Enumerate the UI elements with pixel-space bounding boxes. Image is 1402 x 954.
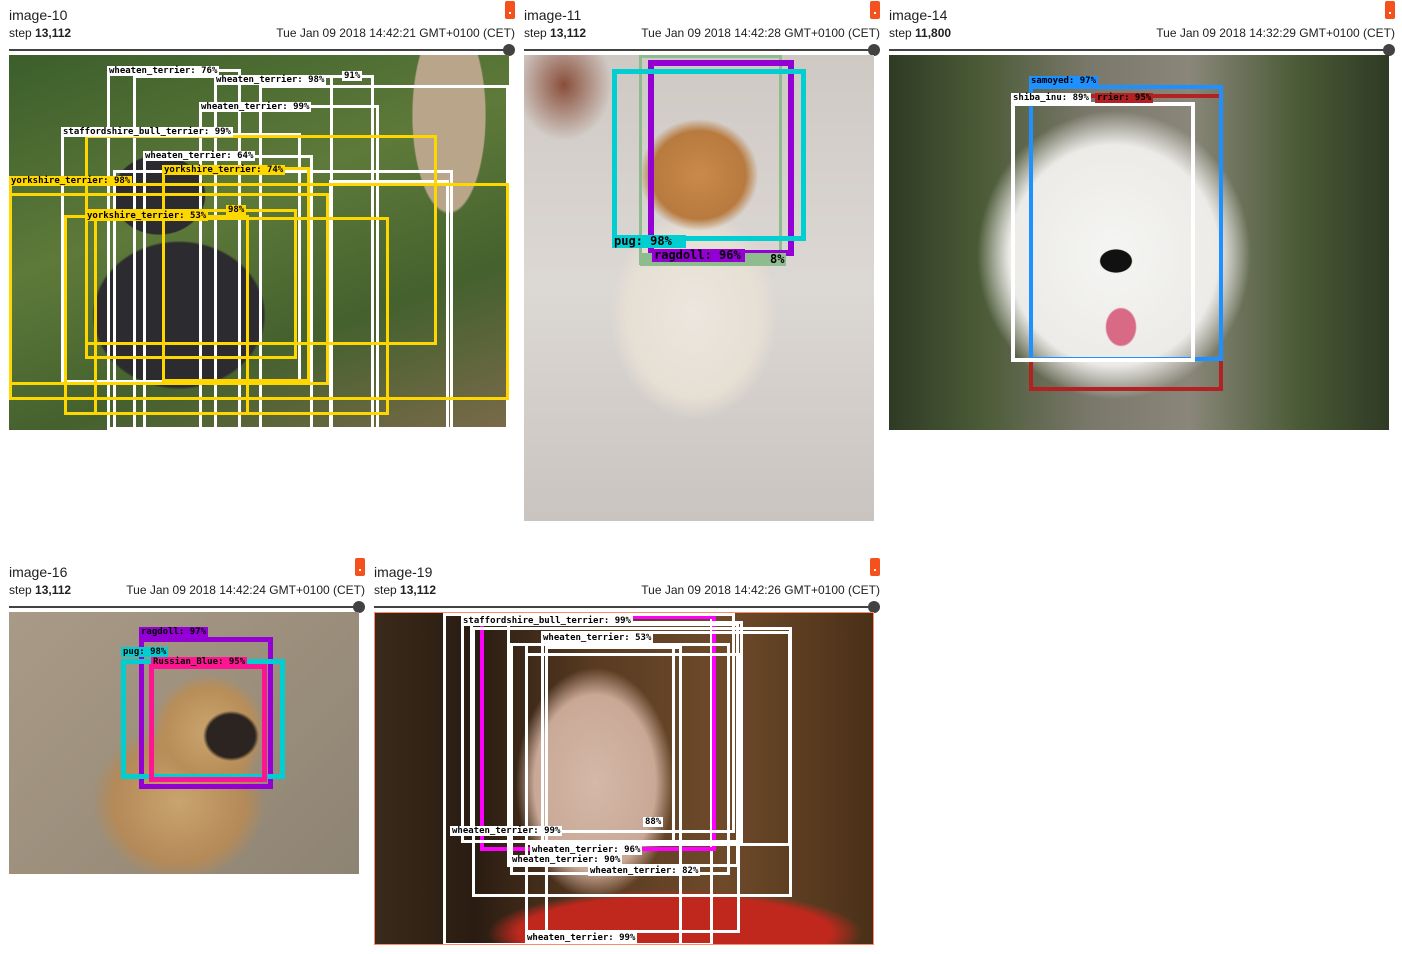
detection-label: pug: 98% xyxy=(612,235,686,248)
flag-icon[interactable] xyxy=(355,558,365,576)
card-image-10: image-10 step 13,112 Tue Jan 09 2018 14:… xyxy=(9,1,515,432)
detection-label: staffordshire_bull_terrier: 99% xyxy=(61,127,233,137)
flag-icon[interactable] xyxy=(1385,1,1395,19)
detection-label: wheaten_terrier: 64% xyxy=(143,151,256,161)
card-title: image-10 xyxy=(9,7,68,23)
timestamp: Tue Jan 09 2018 14:42:24 GMT+0100 (CET) xyxy=(126,583,365,597)
step-indicator: step 13,112 xyxy=(9,26,72,40)
step-indicator: step 11,800 xyxy=(889,26,952,40)
detection-image: ragdoll: 97% pug: 98% Russian_Blue: 95% xyxy=(9,612,359,874)
card-image-16: image-16 step 13,112 Tue Jan 09 2018 14:… xyxy=(9,558,365,876)
detection-label: wheaten_terrier: 82% xyxy=(588,866,701,876)
detection-label: wheaten_terrier: 98% xyxy=(214,75,327,85)
detection-label: ragdoll: 96% xyxy=(652,249,745,262)
detection-label: yorkshire_terrier: 98% xyxy=(9,176,133,186)
step-indicator: step 13,112 xyxy=(374,583,437,597)
card-image-19: image-19 step 13,112 Tue Jan 09 2018 14:… xyxy=(374,558,880,947)
timestamp: Tue Jan 09 2018 14:42:26 GMT+0100 (CET) xyxy=(641,583,880,597)
timestamp: Tue Jan 09 2018 14:42:28 GMT+0100 (CET) xyxy=(641,26,880,40)
slider-track[interactable] xyxy=(889,49,1389,51)
slider-track[interactable] xyxy=(9,606,359,608)
card-title: image-14 xyxy=(889,7,948,23)
flag-icon[interactable] xyxy=(870,558,880,576)
timestamp: Tue Jan 09 2018 14:32:29 GMT+0100 (CET) xyxy=(1156,26,1395,40)
detection-label: Russian_Blue: 95% xyxy=(151,657,248,667)
detection-label: samoyed: 97% xyxy=(1029,76,1099,86)
bbox xyxy=(94,217,389,415)
detection-image: samoyed: 97% shiba_inu: 89% rrier: 95% xyxy=(889,55,1389,430)
timestamp: Tue Jan 09 2018 14:42:21 GMT+0100 (CET) xyxy=(276,26,515,40)
detection-label: shiba_inu: 89% xyxy=(1011,93,1091,103)
flag-icon[interactable] xyxy=(870,1,880,19)
detection-label: wheaten_terrier: 99% xyxy=(199,102,312,112)
bbox xyxy=(612,69,806,241)
detection-label: wheaten_terrier: 99% xyxy=(450,826,563,836)
detection-label: 91% xyxy=(342,71,363,81)
card-image-11: image-11 step 13,112 Tue Jan 09 2018 14:… xyxy=(524,1,880,523)
bbox xyxy=(1011,102,1195,362)
card-image-14: image-14 step 11,800 Tue Jan 09 2018 14:… xyxy=(889,1,1395,432)
slider-track[interactable] xyxy=(9,49,509,51)
detection-image: staffordshire_bull_terrier: 99% wheaten_… xyxy=(374,612,874,945)
detection-label: wheaten_terrier: 99% xyxy=(525,933,638,943)
flag-icon[interactable] xyxy=(505,1,515,19)
detection-label: staffordshire_bull_terrier: 99% xyxy=(461,616,633,626)
slider-track[interactable] xyxy=(524,49,874,51)
detection-label: yorkshire_terrier: 74% xyxy=(162,165,286,175)
card-title: image-16 xyxy=(9,564,68,580)
detection-label: wheaten_terrier: 90% xyxy=(510,855,623,865)
step-indicator: step 13,112 xyxy=(9,583,72,597)
step-indicator: step 13,112 xyxy=(524,26,587,40)
card-title: image-11 xyxy=(524,7,582,23)
detection-image: wheaten_terrier: 76% wheaten_terrier: 98… xyxy=(9,55,509,430)
detection-label: wheaten_terrier: 53% xyxy=(541,633,654,643)
detection-label: pug: 98% xyxy=(121,647,169,657)
detection-label: wheaten_terrier: 96% xyxy=(530,845,643,855)
bbox xyxy=(149,664,267,782)
detection-image: 8% pug: 98% ragdoll: 96% xyxy=(524,55,874,521)
detection-label: 88% xyxy=(643,817,664,827)
slider-track[interactable] xyxy=(374,606,874,608)
detection-label: ragdoll: 97% xyxy=(139,627,209,637)
detection-label: rrier: 95% xyxy=(1095,93,1154,103)
card-title: image-19 xyxy=(374,564,433,580)
bbox xyxy=(510,643,730,875)
detection-label: yorkshire_terrier: 53% xyxy=(85,211,209,221)
detection-label: 98% xyxy=(226,205,247,215)
detection-label: wheaten_terrier: 76% xyxy=(107,66,220,76)
